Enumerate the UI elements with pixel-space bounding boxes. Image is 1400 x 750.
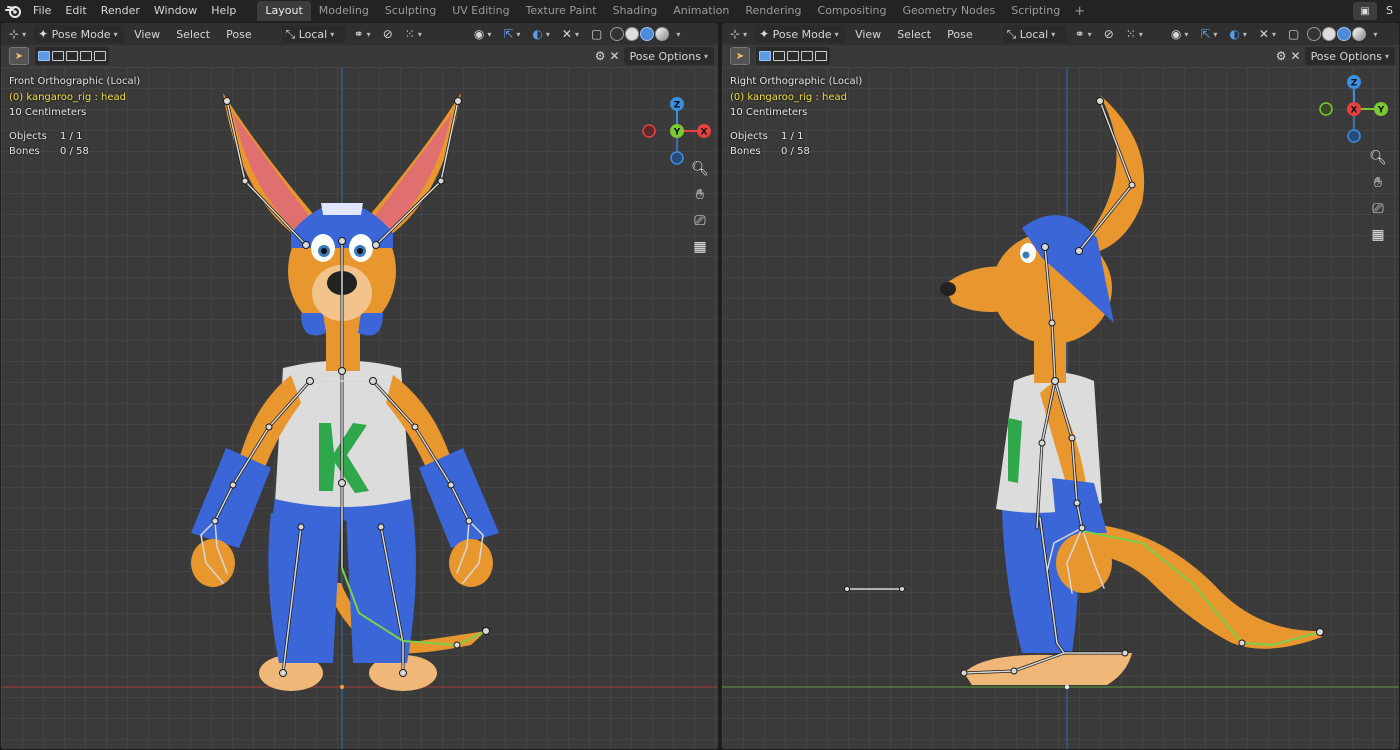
menu-edit[interactable]: Edit (58, 0, 93, 22)
menu-window[interactable]: Window (147, 0, 204, 22)
kangaroo-front-view[interactable] (1, 23, 719, 750)
tab-shading[interactable]: Shading (605, 1, 666, 21)
scene-selector-icon[interactable]: ▣ (1353, 2, 1378, 20)
workspace-tabs: Layout Modeling Sculpting UV Editing Tex… (257, 0, 1091, 22)
tab-geometry-nodes[interactable]: Geometry Nodes (894, 1, 1003, 21)
tab-uv-editing[interactable]: UV Editing (444, 1, 517, 21)
viewport-right-side[interactable]: ⊹ ▾ ✦ Pose Mode ▾ View Select Pose ⤡ Local… (721, 22, 1400, 750)
scene-name[interactable]: S (1379, 0, 1400, 22)
tab-scripting[interactable]: Scripting (1003, 1, 1068, 21)
tab-rendering[interactable]: Rendering (737, 1, 809, 21)
blender-logo-icon[interactable] (0, 0, 26, 22)
tab-animation[interactable]: Animation (665, 1, 737, 21)
menu-render[interactable]: Render (94, 0, 147, 22)
tab-texture-paint[interactable]: Texture Paint (518, 1, 605, 21)
viewport-front[interactable]: ⊹ ▾ ✦ Pose Mode ▾ View Select Pose ⤡ Local… (0, 22, 719, 750)
menu-help[interactable]: Help (204, 0, 243, 22)
tab-layout[interactable]: Layout (257, 1, 311, 21)
top-menu-bar: File Edit Render Window Help Layout Mode… (0, 0, 1400, 22)
tab-modeling[interactable]: Modeling (311, 1, 377, 21)
menu-file[interactable]: File (26, 0, 58, 22)
tab-compositing[interactable]: Compositing (810, 1, 895, 21)
kangaroo-side-view[interactable] (722, 23, 1400, 750)
tab-sculpting[interactable]: Sculpting (377, 1, 444, 21)
add-workspace-button[interactable]: + (1068, 4, 1091, 19)
